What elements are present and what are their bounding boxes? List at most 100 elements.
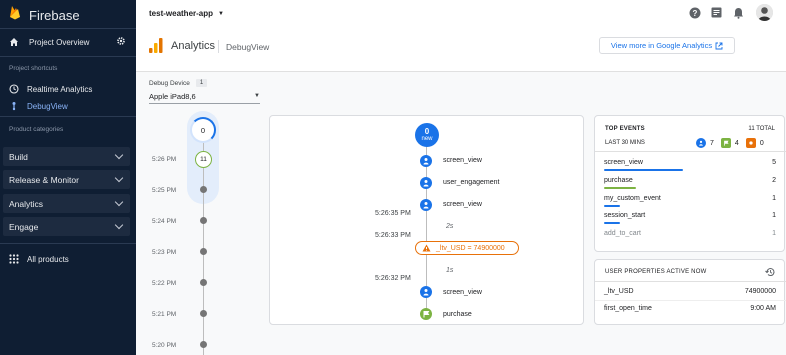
minute-current-bubble[interactable]: 11 — [195, 151, 212, 168]
top-events-title: TOP EVENTS — [605, 126, 645, 132]
top-event-row[interactable]: purchase 2 — [604, 177, 776, 189]
user-event-icon — [696, 138, 706, 148]
gear-icon[interactable] — [116, 36, 126, 46]
chevron-down-icon — [114, 173, 124, 183]
stream-timestamp: 5:26:32 PM — [375, 275, 411, 282]
release-notes-icon[interactable] — [711, 7, 722, 18]
warning-icon — [422, 244, 431, 252]
stream-event-label[interactable]: user_engagement — [443, 179, 499, 186]
page-header: Analytics DebugView View more in Google … — [136, 28, 786, 72]
timeline-minute-dot[interactable] — [200, 310, 207, 317]
sidebar: Firebase Project Overview Project shortc… — [0, 0, 136, 355]
top-events-card: TOP EVENTS 11 TOTAL LAST 30 MINS 7 4 0 s… — [594, 115, 786, 252]
category-label: Build — [9, 151, 28, 162]
history-icon[interactable] — [765, 267, 775, 277]
timeline-minute-dot[interactable] — [200, 186, 207, 193]
timeline-minute-dot[interactable] — [200, 248, 207, 255]
device-count-badge: 1 — [195, 79, 208, 87]
divider — [0, 243, 136, 244]
avatar[interactable] — [756, 4, 773, 21]
timeline-minute-dot[interactable] — [200, 217, 207, 224]
user-properties-card: USER PROPERTIES ACTIVE NOW _ltv_USD 7490… — [594, 259, 786, 325]
user-event-icon — [420, 286, 432, 298]
page-subtitle: DebugView — [226, 42, 270, 52]
user-event-icon — [420, 199, 432, 211]
gap-duration: 1s — [446, 267, 454, 274]
device-select[interactable]: Apple iPad8,6 ▼ — [149, 89, 260, 104]
sidebar-item-label: Realtime Analytics — [27, 84, 93, 94]
user-avatar-icon — [756, 4, 773, 21]
svg-text:?: ? — [693, 9, 698, 18]
error-event-count: 0 — [759, 139, 764, 147]
category-release-monitor[interactable]: Release & Monitor — [3, 170, 130, 189]
user-event-icon — [420, 177, 432, 189]
help-icon[interactable]: ? — [689, 7, 701, 19]
shortcuts-heading: Project shortcuts — [9, 65, 58, 72]
stream-event-label[interactable]: purchase — [443, 311, 472, 318]
all-products-label: All products — [27, 254, 69, 264]
stream-timestamp: 5:26:35 PM — [375, 210, 411, 217]
top-event-row[interactable]: my_custom_event 1 — [604, 195, 776, 207]
ga-link-button[interactable]: View more in Google Analytics — [599, 37, 735, 54]
category-analytics[interactable]: Analytics — [3, 194, 130, 213]
category-build[interactable]: Build — [3, 147, 130, 166]
event-name: my_custom_event — [604, 195, 661, 202]
property-value: 74900000 — [744, 288, 776, 295]
stream-event-label[interactable]: screen_view — [443, 201, 482, 208]
top-event-row[interactable]: session_start 1 — [604, 212, 776, 224]
all-products-link[interactable]: All products — [9, 254, 69, 264]
event-name: add_to_cart — [604, 230, 641, 237]
new-events-bubble[interactable]: 0 new — [415, 123, 439, 147]
divider — [0, 56, 136, 57]
project-overview-link[interactable]: Project Overview — [9, 36, 129, 48]
top-event-row[interactable]: screen_view 5 — [604, 159, 776, 171]
event-count-bar — [604, 169, 683, 171]
timeline-time: 5:24 PM — [152, 218, 177, 225]
sidebar-item-label: DebugView — [27, 101, 68, 111]
event-type-counts: 7 4 0 — [696, 138, 764, 148]
timeline-minute-dot[interactable] — [200, 279, 207, 286]
conversion-event-count: 4 — [734, 139, 739, 147]
user-property-row[interactable]: _ltv_USD 74900000 — [604, 288, 776, 295]
conversion-flag-icon — [420, 308, 432, 320]
firebase-logo-icon — [10, 6, 20, 20]
new-events-count: 0 — [424, 127, 430, 136]
stream-event-label[interactable]: screen_view — [443, 157, 482, 164]
page-title: Analytics — [171, 40, 216, 52]
project-selector[interactable]: test-weather-app ▼ — [149, 9, 224, 18]
top-event-row[interactable]: add_to_cart 1 — [604, 230, 776, 237]
stream-event-label[interactable]: screen_view — [443, 289, 482, 296]
event-name: screen_view — [604, 159, 643, 166]
divider — [595, 281, 786, 282]
minute-top-count: 0 — [200, 125, 206, 135]
event-count-bar — [604, 222, 620, 224]
user-properties-title: USER PROPERTIES ACTIVE NOW — [605, 269, 707, 275]
sidebar-item-debugview[interactable]: DebugView — [9, 101, 68, 111]
timeline-minute-dot[interactable] — [200, 341, 207, 348]
device-label: Debug Device — [149, 79, 190, 87]
event-count-bar — [604, 187, 636, 189]
event-count-bar — [604, 205, 620, 207]
stream-timestamp: 5:26:33 PM — [375, 232, 411, 239]
category-engage[interactable]: Engage — [3, 217, 130, 236]
clock-icon — [9, 84, 19, 94]
user-event-count: 7 — [710, 139, 714, 147]
debug-icon — [12, 102, 16, 111]
divider — [595, 300, 786, 301]
category-label: Engage — [9, 221, 39, 232]
user-property-chip[interactable]: _ltv_USD = 74900000 — [415, 241, 519, 255]
category-label: Release & Monitor — [9, 174, 79, 185]
error-event-icon — [745, 138, 756, 148]
bell-icon[interactable] — [733, 7, 744, 19]
chevron-down-icon — [114, 150, 124, 160]
minute-top-bubble[interactable]: 0 — [190, 117, 216, 143]
dropdown-arrow-icon: ▼ — [254, 93, 260, 99]
sidebar-item-realtime-analytics[interactable]: Realtime Analytics — [9, 84, 92, 94]
property-name: first_open_time — [604, 305, 652, 312]
user-property-row[interactable]: first_open_time 9:00 AM — [604, 305, 776, 312]
conversion-flag-icon — [720, 138, 731, 148]
home-icon — [10, 38, 18, 46]
timeline-time: 5:25 PM — [152, 187, 177, 194]
top-events-total: 11 TOTAL — [748, 126, 775, 132]
brand-name[interactable]: Firebase — [29, 8, 80, 23]
